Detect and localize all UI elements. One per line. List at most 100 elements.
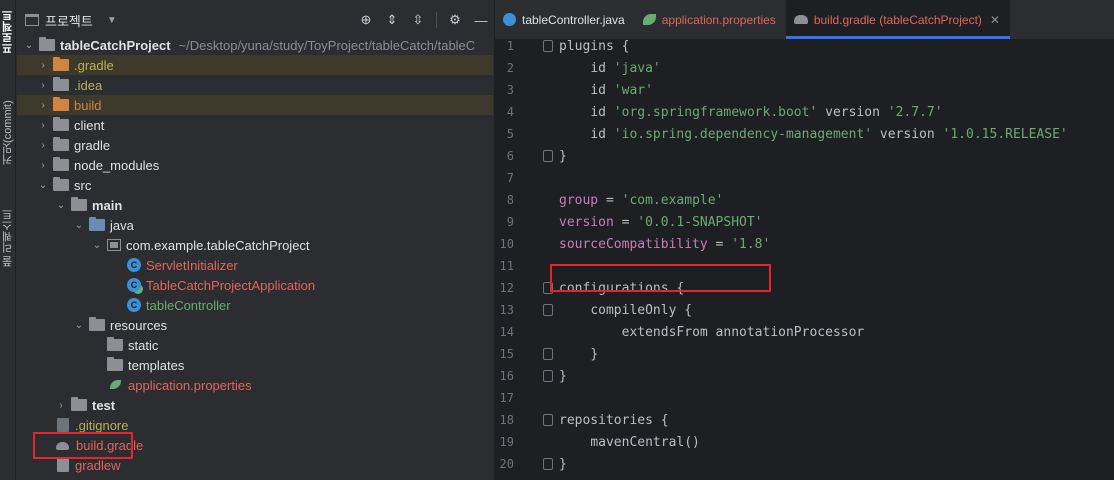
fold-icon[interactable] — [541, 409, 553, 431]
highlight-box-build-gradle — [33, 432, 133, 459]
code-editor[interactable]: 1 plugins { 2 id 'java' 3 id 'war' 4 id … — [495, 35, 1114, 480]
tab-table-controller[interactable]: tableController.java — [495, 0, 635, 39]
gitignore-file-icon — [57, 418, 69, 432]
tree-row-dot-gradle[interactable]: › .gradle — [17, 55, 493, 75]
tree-row-templates[interactable]: templates — [17, 355, 493, 375]
fold-icon[interactable] — [541, 365, 553, 387]
code-line: 4 id 'org.springframework.boot' version … — [495, 101, 1114, 123]
script-file-icon — [57, 458, 69, 472]
line-number: 7 — [506, 171, 514, 185]
chevron-right-icon[interactable]: › — [37, 100, 49, 111]
highlight-box-source-compatibility — [550, 264, 771, 292]
chevron-right-icon[interactable]: › — [37, 80, 49, 91]
chevron-down-icon[interactable]: ⌄ — [23, 40, 35, 51]
code-text: } — [559, 368, 567, 384]
gear-icon[interactable]: ⚙ — [447, 12, 463, 28]
tree-item-label: templates — [128, 357, 185, 373]
tree-row-servlet-initializer[interactable]: C ServletInitializer — [17, 255, 493, 275]
tree-row-application-class[interactable]: C TableCatchProjectApplication — [17, 275, 493, 295]
tree-row-client[interactable]: › client — [17, 115, 493, 135]
project-tree: ⌄ tableCatchProject ~/Desktop/yuna/study… — [17, 35, 493, 475]
fold-icon[interactable] — [541, 35, 553, 57]
tree-item-label: static — [128, 337, 159, 353]
chevron-down-icon[interactable]: ⌄ — [55, 200, 67, 211]
code-line: 3 id 'war' — [495, 79, 1114, 101]
line-number: 17 — [499, 391, 514, 405]
project-panel-title[interactable]: 프로젝트 — [45, 11, 93, 30]
tree-item-label: src — [74, 177, 92, 193]
code-line: 18 repositories { — [495, 409, 1114, 431]
folder-icon — [39, 37, 55, 51]
code-line: 7 — [495, 167, 1114, 189]
code-text: repositories { — [559, 412, 669, 428]
line-number: 13 — [499, 303, 514, 317]
hide-icon[interactable]: — — [473, 12, 489, 28]
line-number: 20 — [499, 457, 514, 471]
tree-row-gradle[interactable]: › gradle — [17, 135, 493, 155]
chevron-right-icon[interactable]: › — [37, 160, 49, 171]
code-line: 5 id 'io.spring.dependency-management' v… — [495, 123, 1114, 145]
fold-icon[interactable] — [541, 343, 553, 365]
chevron-right-icon[interactable]: › — [55, 400, 67, 411]
folder-icon — [53, 77, 69, 91]
chevron-down-icon[interactable]: ⌄ — [73, 220, 85, 231]
tree-row-application-properties[interactable]: application.properties — [17, 375, 493, 395]
expand-all-icon[interactable]: ⇕ — [384, 12, 400, 28]
tab-build-gradle[interactable]: build.gradle (tableCatchProject) ✕ — [785, 0, 1011, 39]
code-line: 16 } — [495, 365, 1114, 387]
tree-item-label: gradlew — [75, 457, 121, 473]
fold-icon[interactable] — [541, 145, 553, 167]
line-number: 2 — [506, 61, 514, 75]
code-text: version = '0.0.1-SNAPSHOT' — [559, 214, 763, 230]
chevron-down-icon[interactable]: ⌄ — [91, 240, 103, 251]
line-number: 19 — [499, 435, 514, 449]
tree-row-idea[interactable]: › .idea — [17, 75, 493, 95]
collapse-all-icon[interactable]: ⇳ — [410, 12, 426, 28]
chevron-down-icon[interactable]: ⌄ — [37, 180, 49, 191]
tree-item-label: java — [110, 217, 134, 233]
chevron-down-icon[interactable]: ▼ — [107, 15, 117, 26]
code-line: 15 } — [495, 343, 1114, 365]
chevron-right-icon[interactable]: › — [37, 140, 49, 151]
stripe-tab-pull-requests[interactable]: 풀 리퀘스트 — [0, 200, 16, 276]
line-number: 5 — [506, 127, 514, 141]
line-number: 16 — [499, 369, 514, 383]
tree-row-package[interactable]: ⌄ com.example.tableCatchProject — [17, 235, 493, 255]
folder-icon — [53, 157, 69, 171]
fold-icon[interactable] — [541, 299, 553, 321]
stripe-tab-commit[interactable]: 커밋(commit) — [0, 90, 16, 176]
code-text: id 'java' — [590, 60, 661, 76]
tab-application-properties[interactable]: application.properties — [635, 0, 786, 39]
tree-row-java[interactable]: ⌄ java — [17, 215, 493, 235]
line-number: 3 — [506, 83, 514, 97]
code-text: } — [590, 346, 599, 362]
close-icon[interactable]: ✕ — [990, 13, 1000, 27]
java-class-icon: C — [127, 258, 141, 272]
locate-icon[interactable]: ⊕ — [358, 12, 374, 28]
package-icon — [107, 239, 121, 251]
tree-row-root[interactable]: ⌄ tableCatchProject ~/Desktop/yuna/study… — [17, 35, 493, 55]
chevron-right-icon[interactable]: › — [37, 120, 49, 131]
tree-row-static[interactable]: static — [17, 335, 493, 355]
stripe-tab-project[interactable]: 프로젝트 — [0, 4, 16, 60]
tool-window-stripe: 프로젝트 커밋(commit) 풀 리퀘스트 — [0, 0, 16, 480]
tree-row-src[interactable]: ⌄ src — [17, 175, 493, 195]
tree-row-test[interactable]: › test — [17, 395, 493, 415]
tree-row-table-controller[interactable]: C tableController — [17, 295, 493, 315]
project-root-name: tableCatchProject — [60, 37, 171, 53]
code-line: 14 extendsFrom annotationProcessor — [495, 321, 1114, 343]
tree-row-main[interactable]: ⌄ main — [17, 195, 493, 215]
editor-area: tableController.java application.propert… — [494, 0, 1114, 480]
tree-item-label: node_modules — [74, 157, 160, 173]
code-text: id 'war' — [590, 82, 653, 98]
chevron-right-icon[interactable]: › — [37, 60, 49, 71]
fold-icon[interactable] — [541, 453, 553, 475]
chevron-down-icon[interactable]: ⌄ — [73, 320, 85, 331]
tree-row-node-modules[interactable]: › node_modules — [17, 155, 493, 175]
tree-row-resources[interactable]: ⌄ resources — [17, 315, 493, 335]
project-panel: 프로젝트 ▼ ⊕ ⇕ ⇳ ⚙ — ⌄ tableCatchProject ~/D… — [17, 0, 493, 480]
folder-icon — [107, 357, 123, 371]
spring-leaf-icon — [109, 378, 123, 392]
code-line: 9 version = '0.0.1-SNAPSHOT' — [495, 211, 1114, 233]
tree-row-build[interactable]: › build — [17, 95, 493, 115]
